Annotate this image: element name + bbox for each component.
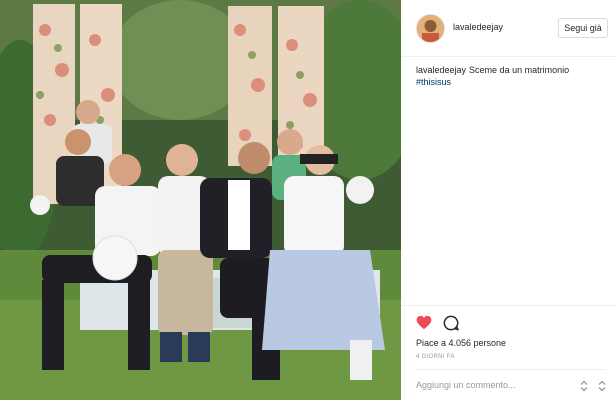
comment-divider <box>416 369 606 370</box>
instagram-post-view: lavaledeejay Segui già lavaledeejay Sceme… <box>0 0 616 400</box>
post-side-panel: lavaledeejay Segui già lavaledeejay Sceme… <box>401 0 616 400</box>
heart-icon[interactable] <box>416 315 432 330</box>
scroll-handle-icon[interactable] <box>597 380 607 392</box>
post-header: lavaledeejay Segui già <box>401 0 616 57</box>
comment-icon[interactable] <box>443 315 459 331</box>
avatar[interactable] <box>416 14 445 43</box>
post-photo[interactable] <box>0 0 401 400</box>
caption-hashtag[interactable]: #thisisus <box>416 76 606 88</box>
post-caption: lavaledeejay Sceme da un matrimonio #this… <box>416 64 606 88</box>
caption-text: Sceme da un matrimonio <box>469 65 570 75</box>
wedding-group-photo <box>0 0 401 400</box>
post-timestamp[interactable]: 4 GIORNI FA <box>416 354 455 360</box>
following-button[interactable]: Segui già <box>558 18 608 38</box>
more-options-icon[interactable] <box>579 380 589 392</box>
caption-username[interactable]: lavaledeejay <box>416 65 466 75</box>
divider <box>401 305 616 306</box>
avatar-image <box>417 15 444 42</box>
likes-count[interactable]: Piace a 4.056 persone <box>416 338 506 348</box>
comment-input[interactable] <box>416 376 566 394</box>
post-username[interactable]: lavaledeejay <box>453 22 503 32</box>
